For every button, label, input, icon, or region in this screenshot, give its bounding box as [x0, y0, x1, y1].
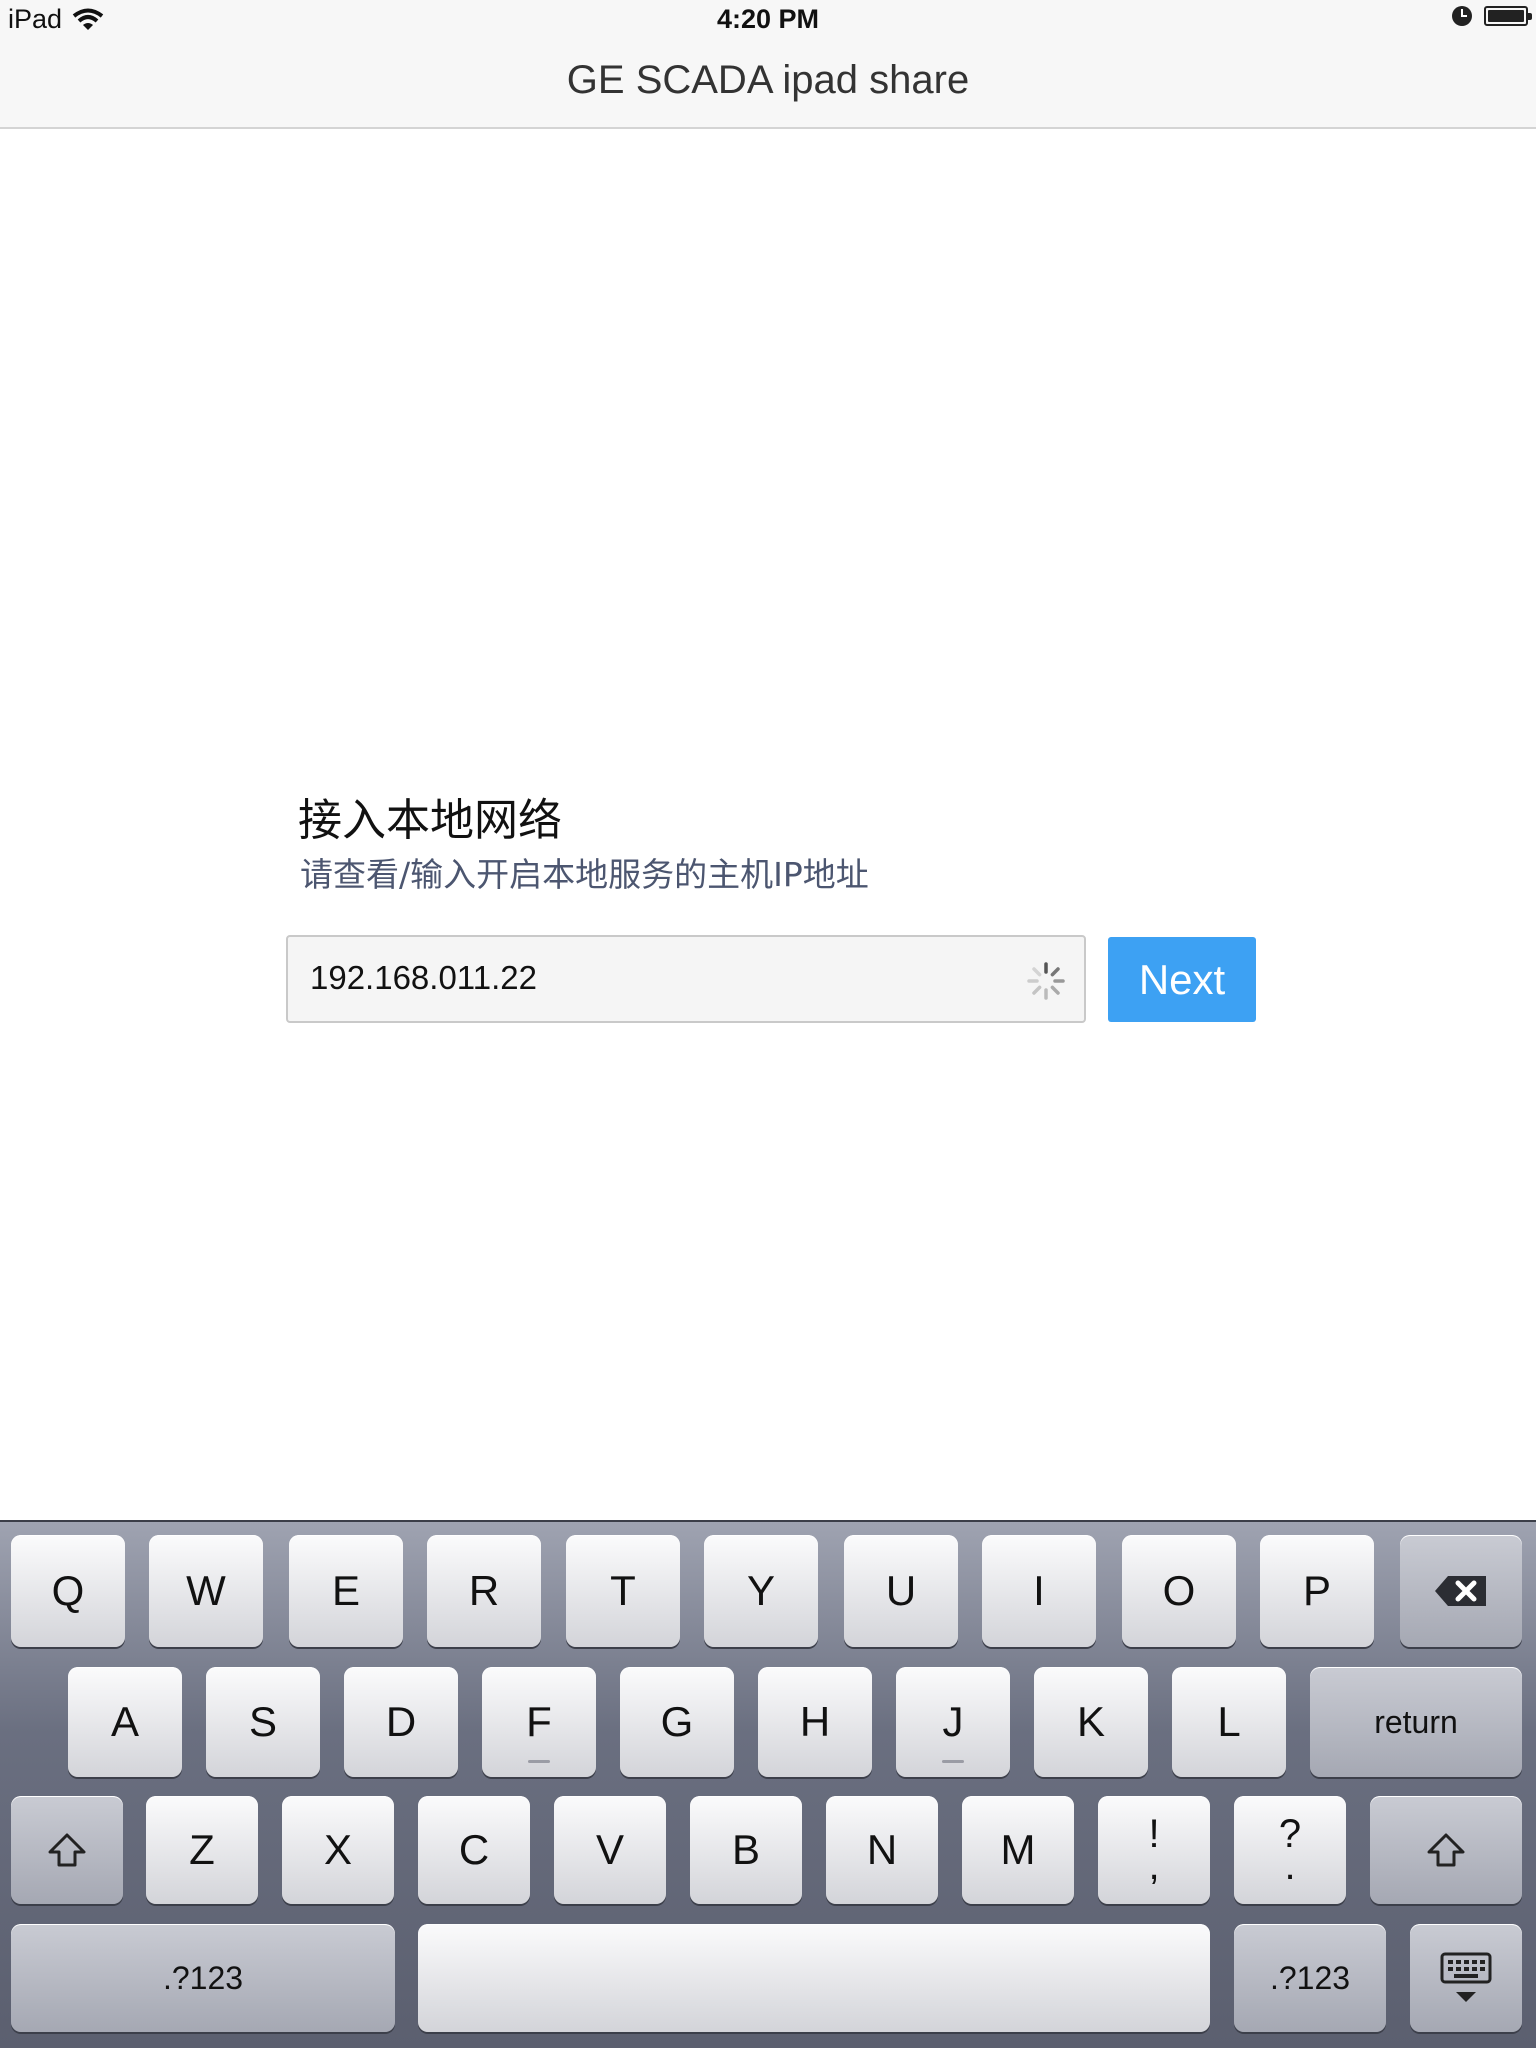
- section-heading: 接入本地网络: [298, 795, 562, 846]
- shift-icon: [48, 1833, 86, 1867]
- status-time: 4:20 PM: [716, 4, 820, 34]
- key-o[interactable]: O: [1122, 1535, 1236, 1647]
- shift-key-right[interactable]: [1370, 1796, 1522, 1904]
- key-exclaim-comma[interactable]: ! ,: [1098, 1796, 1210, 1904]
- key-comma-label: ,: [1148, 1844, 1160, 1888]
- key-d[interactable]: D: [344, 1667, 458, 1777]
- space-bar[interactable]: [418, 1924, 1210, 2032]
- key-z[interactable]: Z: [146, 1796, 258, 1904]
- key-j-label: J: [942, 1698, 964, 1745]
- status-bar: iPad 4:20 PM: [0, 0, 1536, 40]
- page-title: GE SCADA ipad share: [566, 58, 970, 102]
- key-g[interactable]: G: [620, 1667, 734, 1777]
- key-l[interactable]: L: [1172, 1667, 1286, 1777]
- home-row-marker: [528, 1760, 550, 1763]
- key-i[interactable]: I: [982, 1535, 1096, 1647]
- shift-icon: [1427, 1833, 1465, 1867]
- clock-icon: [1452, 6, 1472, 26]
- key-r[interactable]: R: [427, 1535, 541, 1647]
- key-t[interactable]: T: [566, 1535, 680, 1647]
- key-n[interactable]: N: [826, 1796, 938, 1904]
- status-right: [1452, 6, 1532, 26]
- key-j[interactable]: J: [896, 1667, 1010, 1777]
- ip-address-field[interactable]: [286, 935, 1086, 1023]
- home-row-marker: [942, 1760, 964, 1763]
- hide-keyboard-key[interactable]: [1410, 1924, 1522, 2032]
- key-v[interactable]: V: [554, 1796, 666, 1904]
- backspace-key[interactable]: [1400, 1535, 1522, 1647]
- ip-address-input[interactable]: [310, 959, 990, 997]
- next-button[interactable]: Next: [1108, 937, 1256, 1022]
- key-f[interactable]: F: [482, 1667, 596, 1777]
- numbers-key-left[interactable]: .?123: [11, 1924, 395, 2032]
- key-f-label: F: [526, 1698, 552, 1745]
- key-h[interactable]: H: [758, 1667, 872, 1777]
- navigation-bar: GE SCADA ipad share: [0, 40, 1536, 129]
- battery-icon: [1484, 6, 1532, 26]
- key-m[interactable]: M: [962, 1796, 1074, 1904]
- key-e[interactable]: E: [289, 1535, 403, 1647]
- key-q[interactable]: Q: [11, 1535, 125, 1647]
- key-a[interactable]: A: [68, 1667, 182, 1777]
- onscreen-keyboard: Q W E R T Y U I O P A S D F G H J K L re…: [0, 1520, 1536, 2048]
- hide-keyboard-icon: [1440, 1952, 1492, 2002]
- key-w[interactable]: W: [149, 1535, 263, 1647]
- key-k[interactable]: K: [1034, 1667, 1148, 1777]
- numbers-key-right[interactable]: .?123: [1234, 1924, 1386, 2032]
- loading-spinner-icon: [1027, 962, 1065, 1000]
- key-question-period[interactable]: ? .: [1234, 1796, 1346, 1904]
- key-x[interactable]: X: [282, 1796, 394, 1904]
- key-period-label: .: [1284, 1844, 1296, 1888]
- section-instructions: 请查看/输入开启本地服务的主机IP地址: [300, 855, 869, 894]
- battery-level: [1488, 10, 1524, 22]
- key-b[interactable]: B: [690, 1796, 802, 1904]
- backspace-icon: [1435, 1576, 1486, 1606]
- key-s[interactable]: S: [206, 1667, 320, 1777]
- key-c[interactable]: C: [418, 1796, 530, 1904]
- key-y[interactable]: Y: [704, 1535, 818, 1647]
- key-u[interactable]: U: [844, 1535, 958, 1647]
- return-key[interactable]: return: [1310, 1667, 1522, 1777]
- key-p[interactable]: P: [1260, 1535, 1374, 1647]
- shift-key-left[interactable]: [11, 1796, 123, 1904]
